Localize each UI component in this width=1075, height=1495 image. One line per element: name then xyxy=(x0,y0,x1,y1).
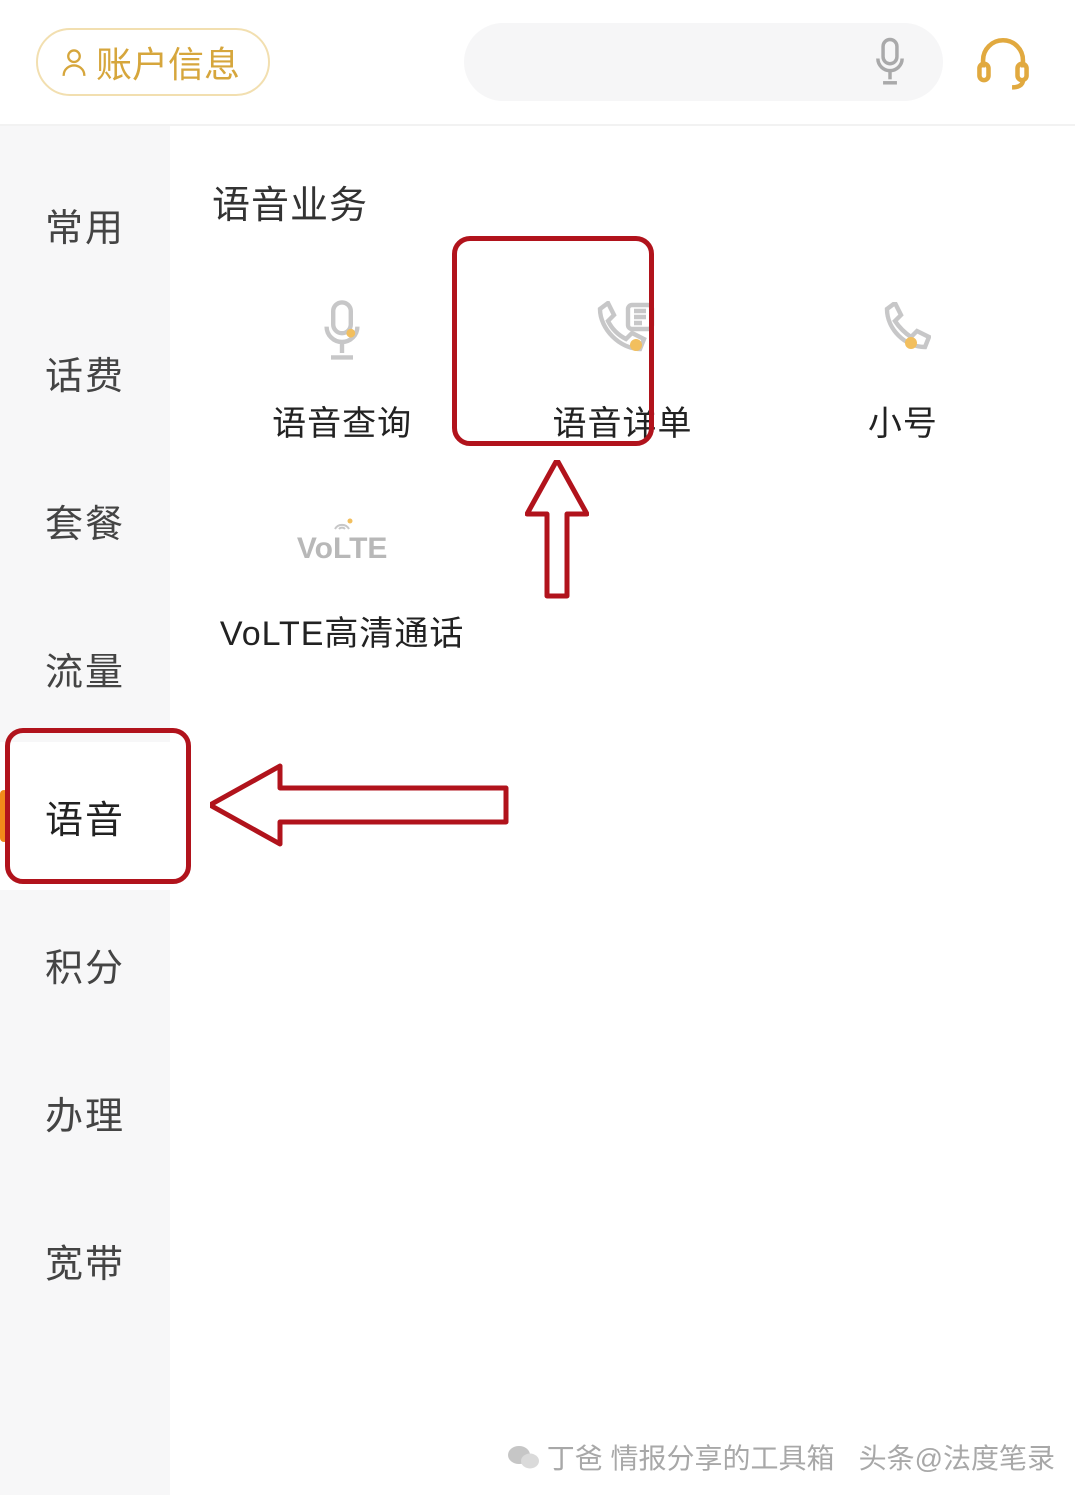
sidebar-item-broadband[interactable]: 宽带 xyxy=(0,1186,170,1334)
call-list-icon xyxy=(588,296,656,366)
tile-label: 语音查询 xyxy=(272,396,412,445)
person-icon xyxy=(60,47,88,77)
wechat-icon xyxy=(507,1443,541,1471)
watermark-wechat-text: 丁爸 情报分享的工具箱 xyxy=(547,1437,835,1477)
top-bar: 账户信息 xyxy=(0,0,1075,126)
watermark-wechat: 丁爸 情报分享的工具箱 xyxy=(507,1437,835,1477)
body: 常用 话费 套餐 流量 语音 积分 办理 宽带 语音业务 xyxy=(0,126,1075,1495)
sidebar-item-label: 积分 xyxy=(45,937,125,992)
volte-icon: VoLTE xyxy=(297,506,388,576)
sidebar-item-plan[interactable]: 套餐 xyxy=(0,446,170,594)
sidebar-item-label: 宽带 xyxy=(45,1233,125,1288)
watermark-toutiao-text: 头条@法度笔录 xyxy=(859,1437,1055,1477)
sidebar-item-common[interactable]: 常用 xyxy=(0,150,170,298)
tile-grid: 语音查询 语音详单 xyxy=(190,285,1055,665)
sidebar-item-label: 流量 xyxy=(45,641,125,696)
tile-label: VoLTE高清通话 xyxy=(220,606,465,655)
content-area: 语音业务 语音查询 xyxy=(170,126,1075,1495)
tile-label: 小号 xyxy=(868,396,938,445)
sidebar-item-label: 办理 xyxy=(45,1085,125,1140)
phone-icon xyxy=(875,296,931,366)
sidebar-item-label: 话费 xyxy=(45,345,125,400)
mic-icon xyxy=(869,36,911,88)
sidebar-item-balance[interactable]: 话费 xyxy=(0,298,170,446)
section-title: 语音业务 xyxy=(212,174,1055,229)
sidebar: 常用 话费 套餐 流量 语音 积分 办理 宽带 xyxy=(0,126,170,1495)
account-info-button[interactable]: 账户信息 xyxy=(36,28,270,96)
account-info-label: 账户信息 xyxy=(96,36,240,88)
customer-service-button[interactable] xyxy=(967,34,1039,90)
tile-voice-details[interactable]: 语音详单 xyxy=(482,285,762,455)
tile-secondary-number[interactable]: 小号 xyxy=(763,285,1043,455)
sidebar-item-data[interactable]: 流量 xyxy=(0,594,170,742)
watermark-bar: 丁爸 情报分享的工具箱 头条@法度笔录 xyxy=(507,1437,1055,1477)
search-bar[interactable] xyxy=(464,23,943,101)
sidebar-item-voice[interactable]: 语音 xyxy=(0,742,170,890)
tile-label: 语音详单 xyxy=(552,396,692,445)
sidebar-item-label: 语音 xyxy=(45,789,125,844)
sidebar-item-label: 套餐 xyxy=(45,493,125,548)
tile-volte[interactable]: VoLTE VoLTE高清通话 xyxy=(202,495,482,665)
sidebar-item-points[interactable]: 积分 xyxy=(0,890,170,1038)
headset-icon xyxy=(974,34,1032,90)
sidebar-item-apply[interactable]: 办理 xyxy=(0,1038,170,1186)
mic-icon xyxy=(315,296,369,366)
sidebar-item-label: 常用 xyxy=(45,197,125,252)
tile-voice-query[interactable]: 语音查询 xyxy=(202,285,482,455)
